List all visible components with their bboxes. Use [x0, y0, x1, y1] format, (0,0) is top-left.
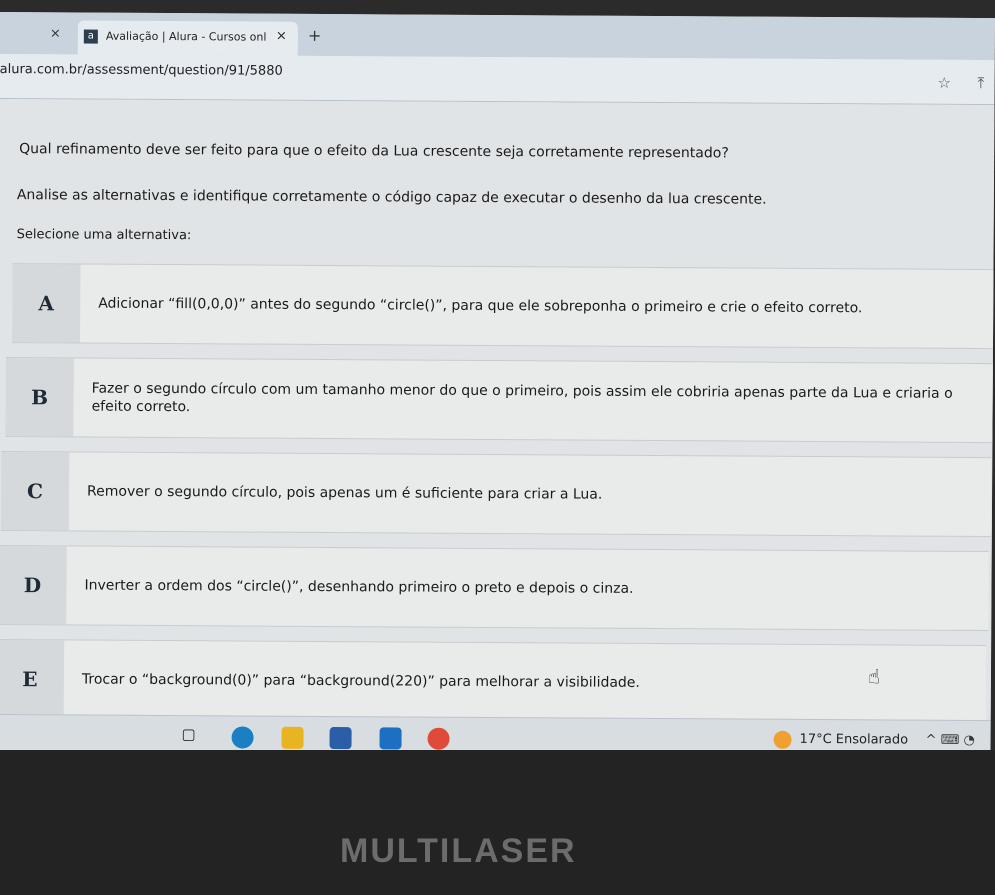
sun-icon [773, 730, 792, 749]
option-c[interactable]: C Remover o segundo círculo, pois apenas… [0, 451, 992, 538]
option-a[interactable]: A Adicionar “fill(0,0,0)” antes do segun… [11, 263, 995, 350]
instruction-text: Analise as alternativas e identifique co… [16, 187, 767, 208]
tab-bar: × a Avaliação | Alura - Cursos online × … [0, 12, 995, 61]
bookmark-star-icon[interactable]: ☆ [938, 74, 952, 92]
close-icon[interactable]: × [50, 26, 61, 41]
option-text: Adicionar “fill(0,0,0)” antes do segundo… [98, 295, 863, 317]
option-text: Fazer o segundo círculo com um tamanho m… [91, 380, 953, 416]
option-letter: A [11, 264, 81, 343]
option-d[interactable]: D Inverter a ordem dos “circle()”, desen… [0, 545, 989, 632]
new-tab-button[interactable]: + [308, 26, 322, 45]
option-e[interactable]: E Trocar o “background(0)” para “backgro… [0, 638, 987, 726]
option-text: Inverter a ordem dos “circle()”, desenha… [84, 577, 634, 597]
hand-cursor-icon: ☝ [867, 664, 881, 689]
mail-icon[interactable] [379, 727, 402, 750]
file-explorer-icon[interactable] [281, 726, 304, 749]
address-bar: alura.com.br/assessment/question/91/5880… [0, 53, 995, 106]
system-tray-icons[interactable]: ^ ⌨ ◔ [926, 733, 975, 748]
option-letter: E [0, 639, 65, 719]
store-icon[interactable] [329, 727, 352, 750]
brand-logo: MULTILASER [340, 832, 577, 870]
task-view-icon[interactable]: ▢ [182, 725, 204, 747]
tab-title: Avaliação | Alura - Cursos online [105, 29, 266, 44]
screen: × a Avaliação | Alura - Cursos online × … [0, 12, 995, 757]
tab-close-icon[interactable]: × [276, 29, 287, 44]
option-letter: C [0, 452, 70, 531]
url-input[interactable]: alura.com.br/assessment/question/91/5880 [0, 62, 283, 79]
weather-text[interactable]: 17°C Ensolarado [800, 732, 909, 748]
browser-tab[interactable]: a Avaliação | Alura - Cursos online × [77, 20, 298, 56]
edge-icon[interactable] [231, 726, 254, 749]
option-letter: B [5, 358, 74, 437]
option-text: Trocar o “background(0)” para “backgroun… [81, 671, 640, 691]
chrome-icon[interactable] [427, 727, 450, 750]
question-text: Qual refinamento deve ser feito para que… [19, 141, 729, 162]
alura-favicon-icon: a [83, 29, 98, 44]
assessment-page: Qual refinamento deve ser feito para que… [0, 98, 995, 726]
option-text: Remover o segundo círculo, pois apenas u… [87, 483, 603, 503]
option-b[interactable]: B Fazer o segundo círculo com um tamanho… [5, 357, 995, 444]
laptop-bezel: MULTILASER [0, 750, 995, 895]
option-letter: D [0, 546, 67, 625]
extension-icon[interactable]: ⤒ [978, 74, 985, 92]
select-label: Selecione uma alternativa: [16, 227, 192, 244]
